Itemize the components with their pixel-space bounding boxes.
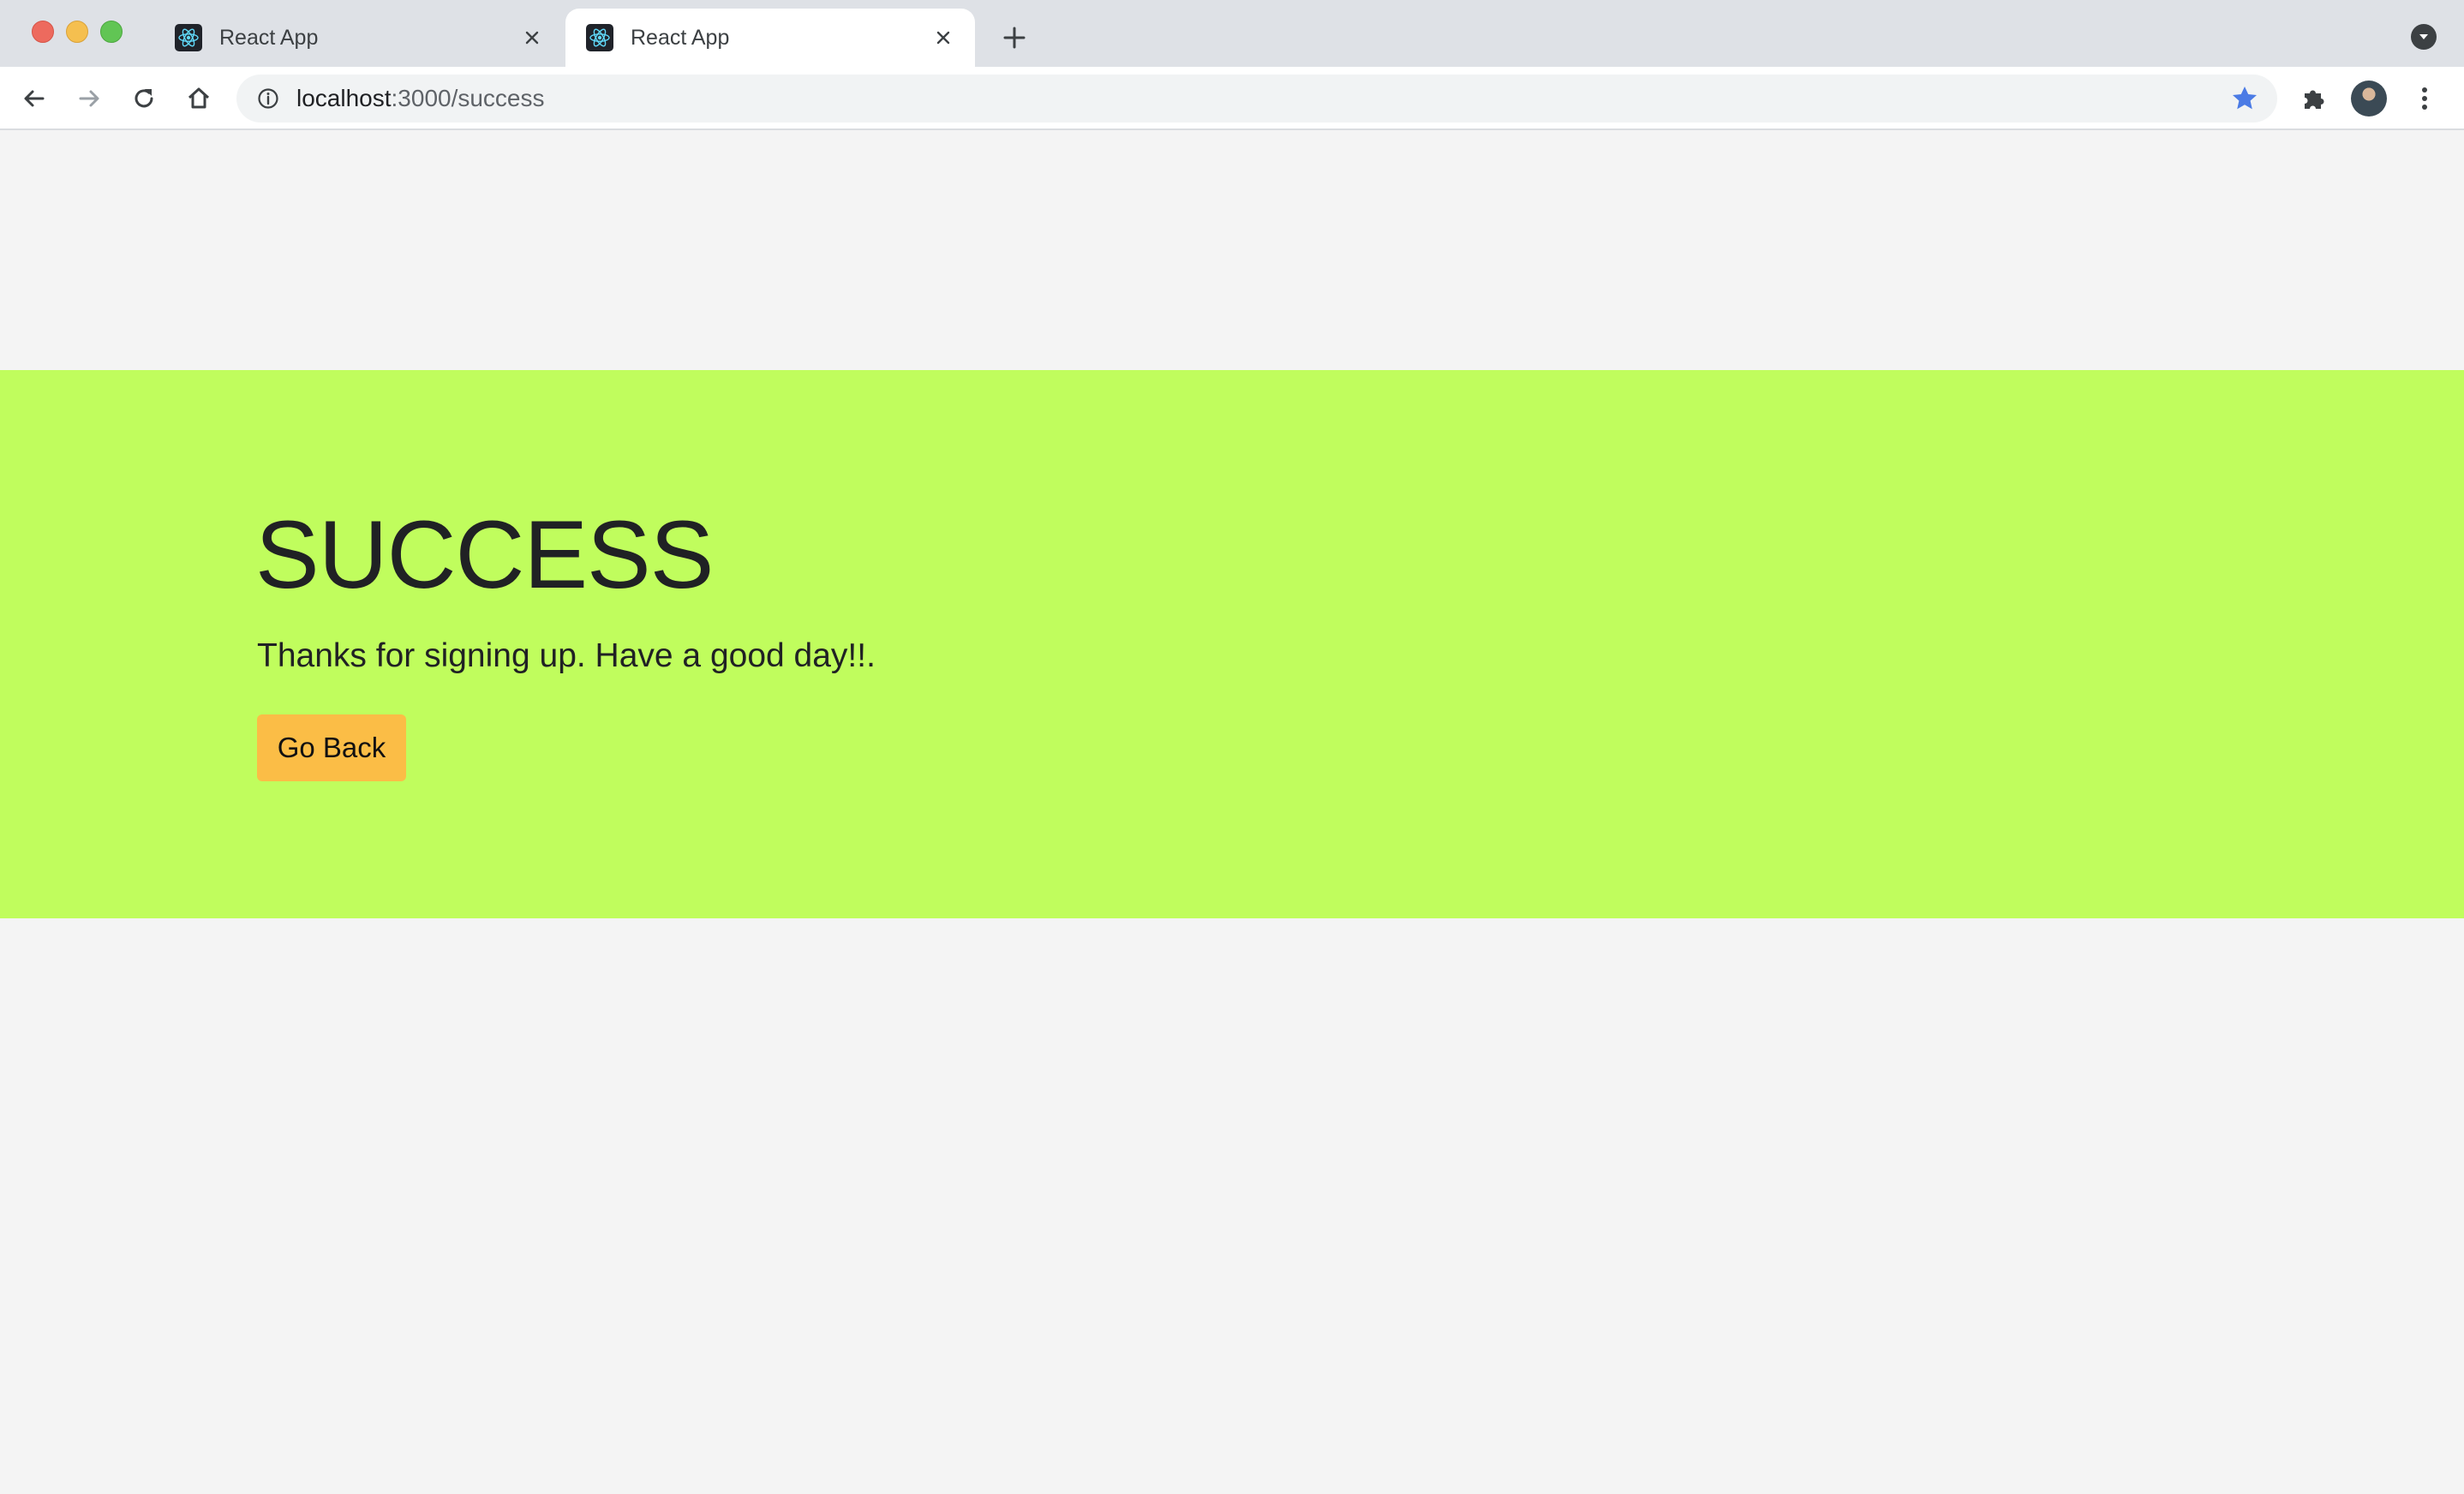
browser-tab-1[interactable]: React App <box>154 9 564 67</box>
home-icon[interactable] <box>180 80 218 117</box>
browser-tab-2[interactable]: React App <box>565 9 975 67</box>
back-arrow-icon[interactable] <box>15 80 53 117</box>
tab-search-chevron-icon[interactable] <box>2411 24 2437 50</box>
window-zoom-button[interactable] <box>100 21 123 43</box>
react-logo-icon <box>175 24 202 51</box>
forward-arrow-icon[interactable] <box>70 80 108 117</box>
site-info-icon[interactable] <box>255 86 281 111</box>
success-heading: SUCCESS <box>255 501 714 608</box>
window-close-button[interactable] <box>32 21 54 43</box>
success-banner: SUCCESS Thanks for signing up. Have a go… <box>0 370 2464 918</box>
reload-icon[interactable] <box>125 80 163 117</box>
new-tab-plus-icon[interactable] <box>997 21 1032 55</box>
page-content: SUCCESS Thanks for signing up. Have a go… <box>0 130 2464 1494</box>
react-logo-icon <box>586 24 613 51</box>
go-back-button[interactable]: Go Back <box>257 714 406 781</box>
address-bar[interactable]: localhost:3000/success <box>236 75 2277 123</box>
tab-title: React App <box>219 25 319 50</box>
browser-toolbar: localhost:3000/success <box>0 67 2464 130</box>
tab-strip: React App React App <box>0 0 2464 67</box>
puzzle-icon[interactable] <box>2294 80 2332 117</box>
url-text: localhost:3000/success <box>296 85 545 112</box>
url-host: localhost <box>296 85 392 111</box>
window-minimize-button[interactable] <box>66 21 88 43</box>
close-tab-icon[interactable] <box>519 25 545 51</box>
url-path: :3000/success <box>391 85 545 111</box>
more-menu-icon[interactable] <box>2406 80 2443 117</box>
tab-title: React App <box>631 25 730 50</box>
success-message: Thanks for signing up. Have a good day!!… <box>257 637 876 674</box>
close-tab-icon[interactable] <box>930 25 956 51</box>
star-icon[interactable] <box>2231 85 2258 112</box>
profile-avatar[interactable] <box>2351 81 2387 117</box>
